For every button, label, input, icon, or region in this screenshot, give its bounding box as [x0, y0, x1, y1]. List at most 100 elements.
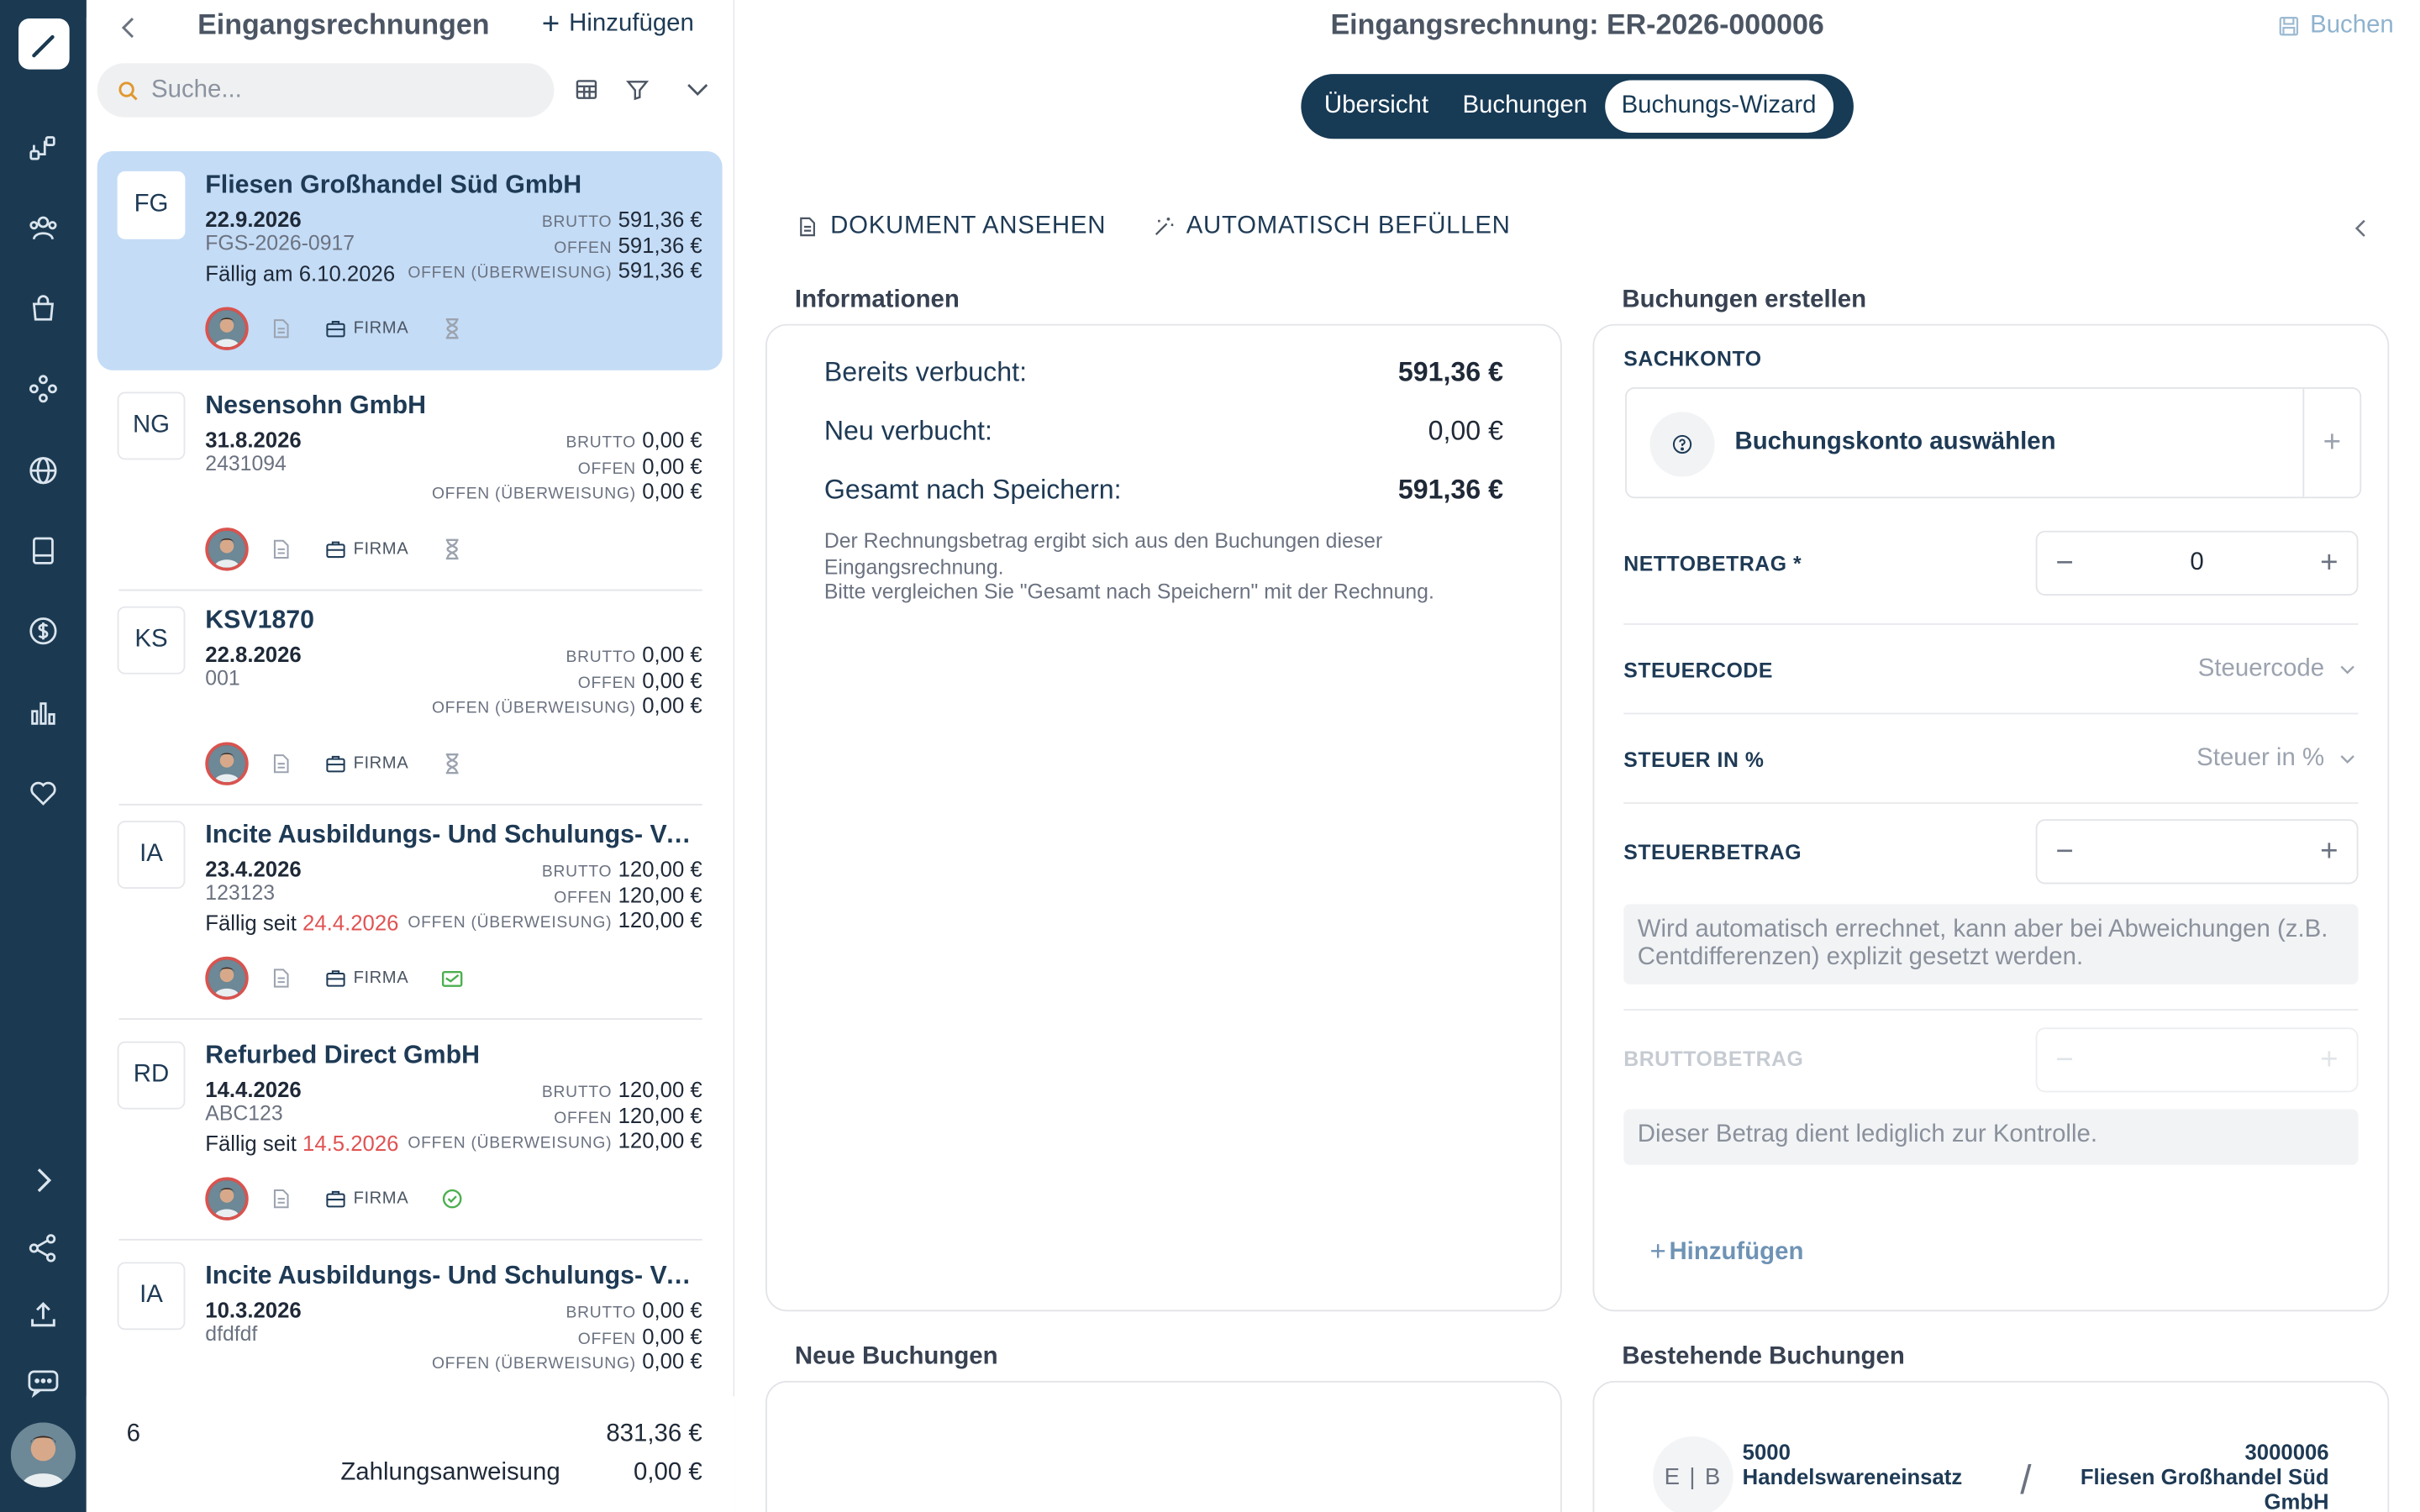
invoice-card[interactable]: NG Nesensohn GmbH 31.8.2026 2431094 BRUTTO 0,… [97, 372, 723, 591]
book-button[interactable]: Buchen [2278, 13, 2394, 40]
invoice-card[interactable]: FG Fliesen Großhandel Süd GmbH 22.9.2026 FG… [97, 150, 723, 370]
nav-shop[interactable] [22, 287, 65, 330]
amounts: BRUTTO 120,00 € OFFEN 120,00 € OFFEN (ÜBERWE… [408, 856, 702, 932]
info-row-new-booked: Neu verbucht: 0,00 € [823, 415, 1503, 446]
increment-icon[interactable]: + [2320, 545, 2338, 580]
info-box: Bereits verbucht: 591,36 € Neu verbucht:… [765, 323, 1562, 1312]
table-view-button[interactable] [571, 74, 602, 105]
amounts: BRUTTO 0,00 € OFFEN 0,00 € OFFEN (ÜBERWEISUN… [432, 1298, 702, 1374]
users-icon [29, 216, 57, 240]
app-logo[interactable] [18, 18, 70, 70]
view-document-button[interactable]: DOKUMENT ANSEHEN [797, 213, 1106, 240]
document-icon[interactable] [270, 318, 292, 339]
share-button[interactable] [22, 1226, 65, 1269]
document-icon[interactable] [270, 1188, 292, 1210]
nav-modules[interactable] [22, 367, 65, 410]
card-footer: FIRMA [205, 1177, 464, 1221]
company-tag: FIRMA [326, 540, 409, 559]
decrement-icon[interactable]: − [2056, 834, 2074, 869]
nav-reports[interactable] [22, 691, 65, 734]
document-icon [800, 217, 815, 237]
initials-badge: IA [117, 1262, 186, 1331]
invoice-date: 23.4.2026 [205, 856, 302, 881]
offen-ueberweisung-row: OFFEN (ÜBERWEISUNG) 591,36 € [408, 257, 702, 283]
list-title: Eingangsrechnungen [197, 8, 490, 40]
amounts: BRUTTO 0,00 € OFFEN 0,00 € OFFEN (ÜBERWEISUN… [432, 642, 702, 718]
debit-account[interactable]: 5000 Handelswareneinsatz [1743, 1440, 1963, 1489]
add-invoice-button[interactable]: + Hinzufügen [541, 8, 694, 42]
card-footer: FIRMA [205, 956, 464, 1000]
assignee-avatar[interactable] [205, 1177, 249, 1221]
invoice-card[interactable]: IA Incite Ausbildungs- Und Schulungs- Ver… [97, 801, 723, 1021]
offen-row: OFFEN 0,00 € [577, 667, 702, 692]
tab-uebersicht[interactable]: Übersicht [1307, 81, 1446, 133]
add-booking-button[interactable]: + Hinzufügen [1649, 1236, 1803, 1268]
invoice-card[interactable]: KS KSV1870 22.8.2026 001 BRUTTO 0,00 € OFFEN 0,… [97, 586, 723, 806]
chat-button[interactable] [22, 1361, 65, 1404]
vendor-name: Incite Ausbildungs- Und Schulungs- Ver..… [205, 821, 700, 849]
tab-buchungen[interactable]: Buchungen [1445, 81, 1604, 133]
nav-documents[interactable] [22, 529, 65, 572]
chevron-left-icon [121, 18, 134, 39]
nav-web[interactable] [22, 449, 65, 491]
brutto-row: BRUTTO 120,00 € [541, 1077, 702, 1102]
assignee-avatar[interactable] [205, 528, 249, 571]
steuerbetrag-stepper[interactable]: − + [2035, 819, 2359, 885]
sort-dropdown-button[interactable] [682, 74, 713, 105]
existing-bookings-section-label: Bestehende Buchungen [1622, 1343, 1905, 1371]
nav-workflow[interactable] [22, 127, 65, 170]
assignee-avatar[interactable] [205, 307, 249, 350]
vendor-name: Nesensohn GmbH [205, 391, 426, 420]
steuer-pct-label: STEUER IN % [1623, 748, 1765, 772]
document-icon[interactable] [270, 753, 292, 774]
info-row-already-booked: Bereits verbucht: 591,36 € [823, 356, 1503, 388]
brutto-label: BRUTTOBETRAG [1623, 1047, 1804, 1071]
company-tag: FIRMA [326, 969, 409, 988]
chevron-left-icon [2354, 219, 2365, 237]
account-select[interactable]: Buchungskonto auswählen + [1625, 387, 2362, 499]
assignee-avatar[interactable] [205, 742, 249, 785]
briefcase-icon [326, 541, 345, 559]
existing-bookings-box: E | B 5000 Handelswareneinsatz / 3000006… [1592, 1380, 2390, 1512]
nav-contacts[interactable] [22, 207, 65, 249]
steuercode-select[interactable]: Steuercode [2198, 656, 2359, 684]
info-row-total-after-save: Gesamt nach Speichern: 591,36 € [823, 473, 1503, 505]
brutto-row: BRUTTO 0,00 € [566, 642, 702, 667]
initials-badge: NG [117, 391, 186, 460]
vendor-name: Fliesen Großhandel Süd GmbH [205, 171, 582, 199]
offen-row: OFFEN 0,00 € [577, 1322, 702, 1348]
sachkonto-label: SACHKONTO [1623, 347, 1762, 370]
collapse-panel-button[interactable] [2349, 216, 2374, 240]
search-input[interactable]: Suche... [97, 63, 555, 118]
tab-buchungs-wizard[interactable]: Buchungs-Wizard [1604, 80, 1833, 133]
help-icon [1649, 412, 1715, 477]
credit-account[interactable]: 3000006 Fliesen Großhandel Süd GmbH [2051, 1440, 2329, 1512]
company-tag: FIRMA [326, 319, 409, 338]
nav-finance[interactable] [22, 610, 65, 653]
filter-button[interactable] [622, 74, 653, 105]
expand-sidebar-button[interactable] [22, 1158, 65, 1201]
brutto-row: BRUTTO 0,00 € [566, 1297, 702, 1323]
steuercode-label: STEUERCODE [1623, 659, 1773, 682]
invoice-date: 14.4.2026 [205, 1077, 302, 1102]
assignee-avatar[interactable] [205, 956, 249, 1000]
steuer-pct-select[interactable]: Steuer in % [2196, 745, 2358, 773]
add-account-button[interactable]: + [2302, 388, 2360, 497]
decrement-icon[interactable]: − [2056, 545, 2074, 580]
offen-ueberweisung-row: OFFEN (ÜBERWEISUNG) 0,00 € [431, 1348, 702, 1373]
upload-button[interactable] [22, 1293, 65, 1336]
document-icon[interactable] [270, 538, 292, 560]
workflow-icon [29, 136, 55, 160]
netto-stepper[interactable]: − 0 + [2035, 530, 2359, 596]
back-button[interactable] [114, 13, 145, 44]
invoice-card[interactable]: RD Refurbed Direct GmbH 14.4.2026 ABC123 Fäl… [97, 1021, 723, 1241]
offen-ueberweisung-row: OFFEN (ÜBERWEISUNG) 120,00 € [408, 1127, 702, 1153]
user-avatar[interactable] [10, 1422, 76, 1488]
document-icon[interactable] [270, 968, 292, 990]
nav-favorites[interactable] [22, 771, 65, 814]
autofill-button[interactable]: AUTOMATISCH BEFÜLLEN [1152, 213, 1510, 240]
increment-icon[interactable]: + [2320, 834, 2338, 869]
netto-label: NETTOBETRAG * [1623, 552, 1802, 576]
app-sidebar [0, 0, 87, 1512]
plus-icon: + [541, 8, 560, 42]
